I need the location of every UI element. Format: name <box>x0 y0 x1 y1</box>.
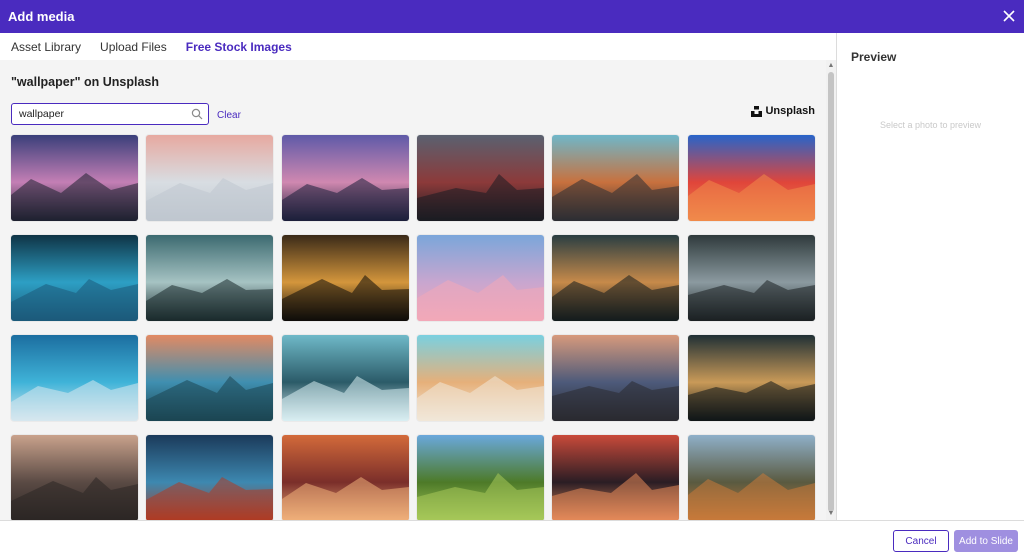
tab-upload-files[interactable]: Upload Files <box>100 40 167 54</box>
preview-title: Preview <box>851 50 897 64</box>
stock-photo-thumbnail <box>417 435 544 520</box>
stock-photo-thumbnail <box>146 435 273 520</box>
search-box <box>11 103 209 125</box>
stock-photo-thumbnail <box>282 435 409 520</box>
scrollbar-thumb[interactable] <box>828 72 834 512</box>
unsplash-brand: Unsplash <box>751 105 815 117</box>
stock-photo-thumbnail <box>417 135 544 221</box>
search-input[interactable] <box>12 104 182 124</box>
image-tile[interactable] <box>417 335 544 421</box>
stock-photo-thumbnail <box>282 335 409 421</box>
image-tile[interactable] <box>282 335 409 421</box>
stock-photo-thumbnail <box>688 235 815 321</box>
image-tile[interactable] <box>146 435 273 520</box>
image-tile[interactable] <box>417 235 544 321</box>
media-tabs: Asset Library Upload Files Free Stock Im… <box>0 33 836 60</box>
cancel-button[interactable]: Cancel <box>893 530 949 552</box>
stock-photo-thumbnail <box>282 235 409 321</box>
stock-photo-thumbnail <box>11 135 138 221</box>
image-tile[interactable] <box>11 135 138 221</box>
stock-photo-thumbnail <box>552 335 679 421</box>
stock-photo-thumbnail <box>417 335 544 421</box>
image-tile[interactable] <box>552 135 679 221</box>
dialog-title: Add media <box>8 9 75 24</box>
clear-search-link[interactable]: Clear <box>217 110 241 121</box>
stock-photo-thumbnail <box>282 135 409 221</box>
preview-panel: Preview Select a photo to preview <box>837 33 1024 520</box>
stock-photo-thumbnail <box>146 135 273 221</box>
stock-photo-thumbnail <box>11 335 138 421</box>
close-icon[interactable] <box>1000 7 1018 25</box>
dialog-titlebar: Add media <box>0 0 1024 33</box>
image-tile[interactable] <box>146 235 273 321</box>
stock-photo-thumbnail <box>552 235 679 321</box>
image-tile[interactable] <box>11 435 138 520</box>
stock-photo-thumbnail <box>146 235 273 321</box>
image-tile[interactable] <box>11 235 138 321</box>
results-heading: "wallpaper" on Unsplash <box>11 75 159 89</box>
unsplash-logo-icon <box>751 105 763 117</box>
stock-photo-thumbnail <box>11 435 138 520</box>
image-tile[interactable] <box>11 335 138 421</box>
tab-free-stock-images[interactable]: Free Stock Images <box>186 40 292 54</box>
image-tile[interactable] <box>552 235 679 321</box>
preview-empty-text: Select a photo to preview <box>879 120 982 130</box>
stock-photo-thumbnail <box>688 435 815 520</box>
stock-photo-thumbnail <box>688 335 815 421</box>
image-tile[interactable] <box>688 135 815 221</box>
image-tile[interactable] <box>146 335 273 421</box>
tab-asset-library[interactable]: Asset Library <box>11 40 81 54</box>
stock-photo-thumbnail <box>417 235 544 321</box>
image-tile[interactable] <box>417 435 544 520</box>
image-tile[interactable] <box>282 135 409 221</box>
image-tile[interactable] <box>552 435 679 520</box>
stock-photo-thumbnail <box>552 435 679 520</box>
scroll-down-icon[interactable]: ▼ <box>827 510 835 518</box>
stock-photo-thumbnail <box>11 235 138 321</box>
scroll-up-icon[interactable]: ▲ <box>827 62 835 70</box>
image-tile[interactable] <box>417 135 544 221</box>
image-tile[interactable] <box>688 335 815 421</box>
stock-photo-thumbnail <box>146 335 273 421</box>
unsplash-brand-label: Unsplash <box>765 105 815 117</box>
image-tile[interactable] <box>282 435 409 520</box>
image-tile[interactable] <box>282 235 409 321</box>
image-tile[interactable] <box>146 135 273 221</box>
grid-scrollbar[interactable]: ▲ ▼ <box>826 60 836 520</box>
stock-photo-thumbnail <box>688 135 815 221</box>
stock-images-panel: "wallpaper" on Unsplash Clear Unsplash <box>0 60 826 520</box>
image-tile[interactable] <box>688 435 815 520</box>
stock-photo-thumbnail <box>552 135 679 221</box>
dialog-footer: Cancel Add to Slide <box>0 520 1024 557</box>
add-to-slide-button[interactable]: Add to Slide <box>954 530 1018 552</box>
search-icon[interactable] <box>191 108 203 120</box>
image-tile[interactable] <box>552 335 679 421</box>
image-tile[interactable] <box>688 235 815 321</box>
